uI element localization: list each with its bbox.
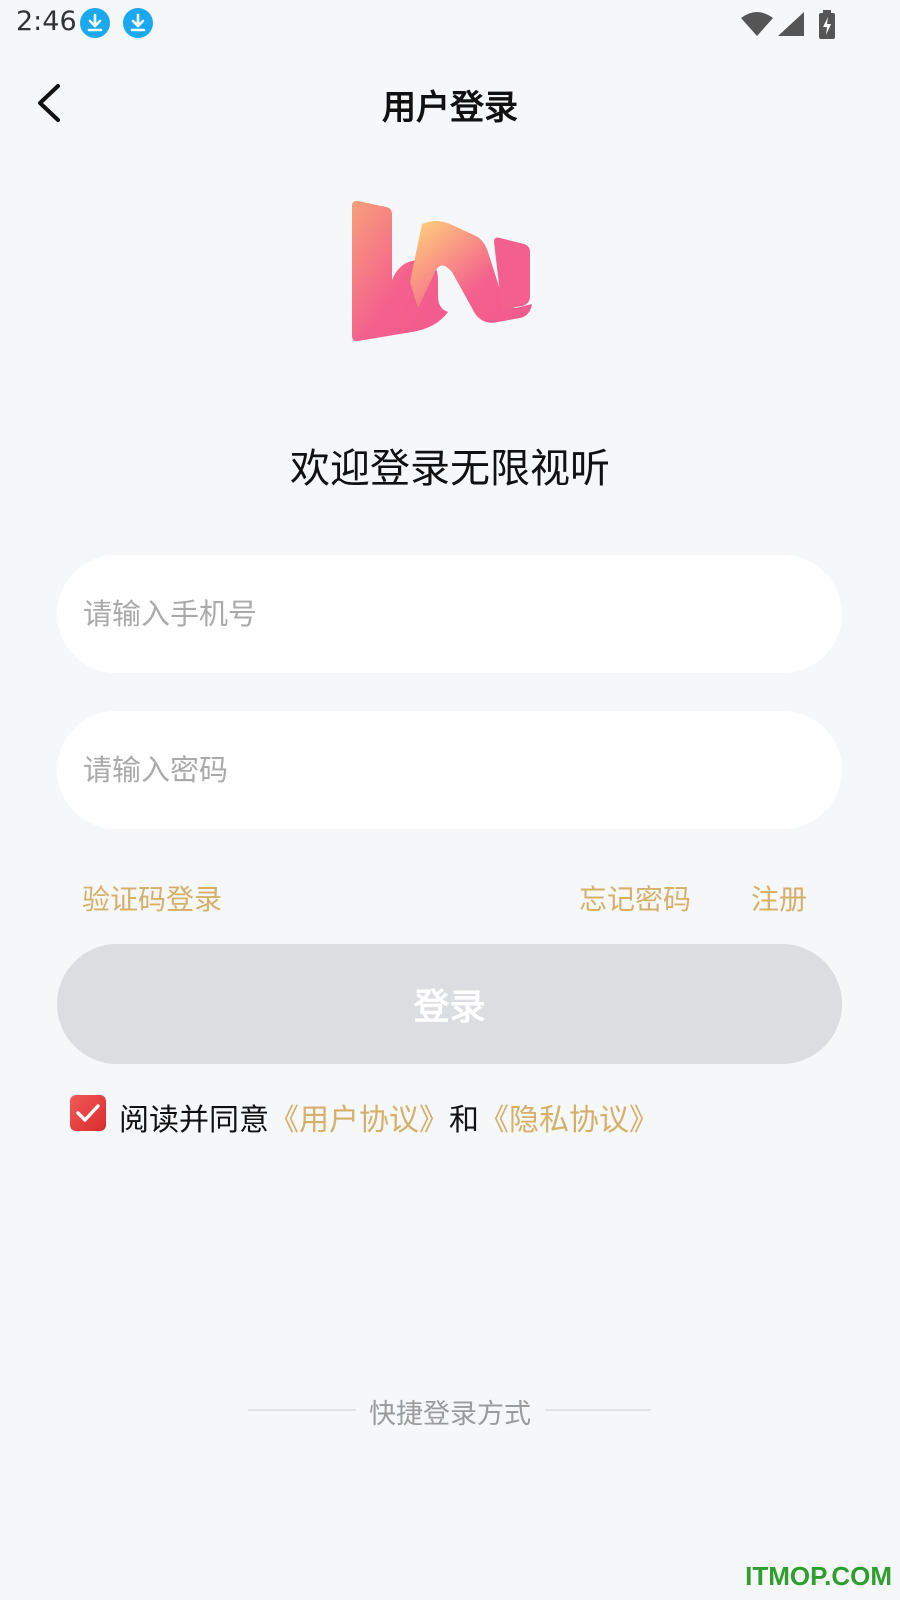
download-icon [123, 8, 153, 38]
sms-login-link[interactable]: 验证码登录 [82, 878, 222, 918]
password-field[interactable] [57, 711, 842, 829]
login-button[interactable]: 登录 [57, 944, 842, 1064]
login-screen: 2:46 用户登录 欢迎登录无限视听 请输入手机号 验证码登录 忘记密码 注册 … [0, 0, 900, 1600]
welcome-text: 欢迎登录无限视听 [290, 446, 610, 492]
user-agreement-link[interactable]: 《用户协议》 [269, 1103, 449, 1138]
register-link[interactable]: 注册 [751, 878, 807, 918]
quick-login-title: 快捷登录方式 [369, 1399, 531, 1430]
agreement-text: 阅读并同意《用户协议》和《隐私协议》 [119, 1095, 659, 1139]
status-bar: 2:46 [0, 0, 900, 50]
agreement-checkbox[interactable] [70, 1095, 106, 1131]
wifi-icon [741, 12, 773, 36]
agreement-row: 阅读并同意《用户协议》和《隐私协议》 [70, 1095, 830, 1138]
watermark: ITMOP.COM [745, 1561, 892, 1591]
app-logo [352, 200, 532, 342]
agreement-prefix: 阅读并同意 [119, 1103, 269, 1138]
password-input[interactable] [83, 711, 813, 829]
forgot-password-link[interactable]: 忘记密码 [579, 878, 691, 918]
phone-input[interactable] [83, 555, 813, 673]
phone-field[interactable] [57, 555, 842, 673]
battery-charging-icon [819, 10, 835, 39]
system-icons [740, 10, 860, 40]
page-title: 用户登录 [382, 88, 518, 128]
quick-login-divider-right [545, 1409, 651, 1411]
download-icon [80, 8, 110, 38]
signal-icon [778, 12, 804, 36]
privacy-agreement-link[interactable]: 《隐私协议》 [479, 1103, 659, 1138]
status-time: 2:46 [16, 6, 77, 37]
checkmark-icon [76, 1104, 100, 1122]
agreement-conjunction: 和 [449, 1103, 479, 1138]
